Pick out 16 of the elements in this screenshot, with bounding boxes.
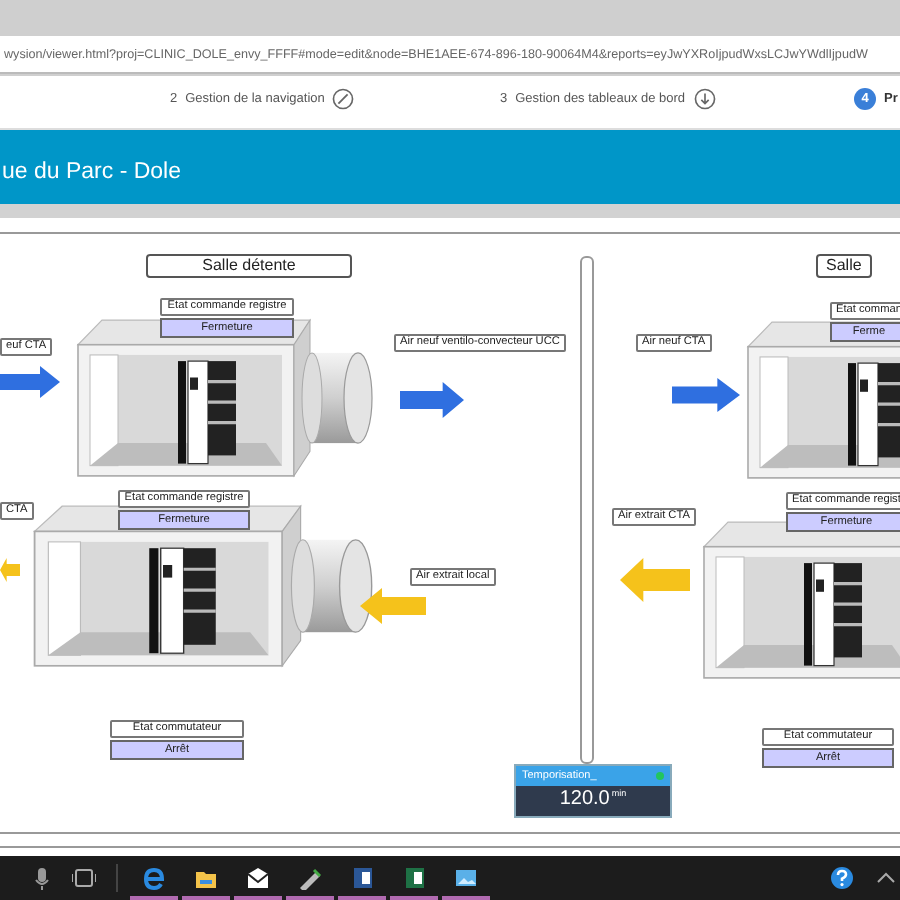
mail-icon[interactable] bbox=[246, 866, 270, 891]
spreadsheet-icon[interactable] bbox=[402, 866, 426, 891]
browser-icon[interactable] bbox=[142, 866, 166, 891]
pencil-icon bbox=[332, 87, 355, 110]
room-title: Salle détente bbox=[146, 253, 352, 278]
help-icon[interactable] bbox=[830, 866, 854, 891]
page-title: ue du Parc - Dole bbox=[2, 159, 181, 184]
microphone-icon[interactable] bbox=[30, 866, 54, 891]
task-view-icon[interactable] bbox=[72, 866, 96, 891]
pen-icon[interactable] bbox=[298, 866, 322, 891]
room-title: Salle bbox=[816, 253, 872, 278]
timer-value: 120.0 bbox=[559, 787, 610, 810]
photo-icon[interactable] bbox=[454, 866, 478, 891]
download-icon bbox=[693, 87, 716, 110]
folder-icon[interactable] bbox=[194, 866, 218, 891]
document-icon[interactable] bbox=[350, 866, 374, 891]
